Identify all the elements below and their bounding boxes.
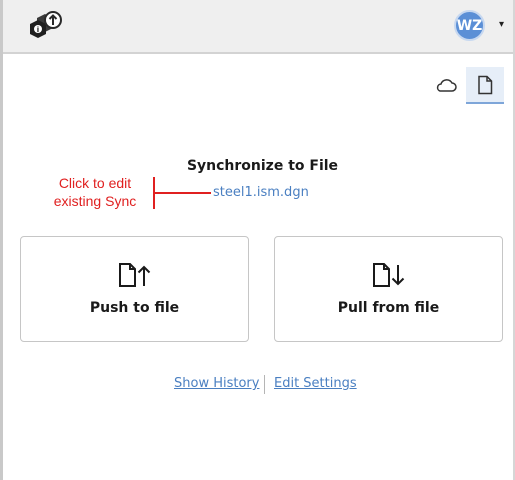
cloud-icon[interactable] xyxy=(435,76,457,94)
file-icon xyxy=(478,75,493,95)
file-arrow-up-icon xyxy=(118,263,150,287)
itwin-sync-logo-icon[interactable]: i xyxy=(27,9,65,43)
pull-from-file-button[interactable]: Pull from file xyxy=(274,236,503,342)
footer-links: Show History Edit Settings xyxy=(0,375,515,395)
file-arrow-down-icon xyxy=(372,263,404,287)
user-avatar[interactable]: WZ xyxy=(454,10,485,41)
svg-text:i: i xyxy=(37,26,39,34)
annotation-callout: Click to edit existing Sync xyxy=(40,174,150,210)
file-view-toggle[interactable] xyxy=(466,67,504,104)
edit-settings-link[interactable]: Edit Settings xyxy=(274,376,357,391)
pull-from-file-label: Pull from file xyxy=(337,300,440,316)
caret-down-icon[interactable]: ▾ xyxy=(499,19,504,30)
annotation-line-1: Click to edit xyxy=(58,175,132,191)
sync-file-link[interactable]: steel1.ism.dgn xyxy=(213,185,309,200)
push-to-file-label: Push to file xyxy=(89,300,180,316)
sync-title: Synchronize to File xyxy=(186,158,339,174)
annotation-pointer-line xyxy=(154,192,211,194)
push-to-file-button[interactable]: Push to file xyxy=(20,236,249,342)
panel-left-border xyxy=(0,0,3,480)
annotation-line-2: existing Sync xyxy=(53,193,137,209)
header-bar: i WZ ▾ xyxy=(3,0,513,54)
show-history-link[interactable]: Show History xyxy=(174,376,259,391)
link-divider xyxy=(264,375,265,394)
